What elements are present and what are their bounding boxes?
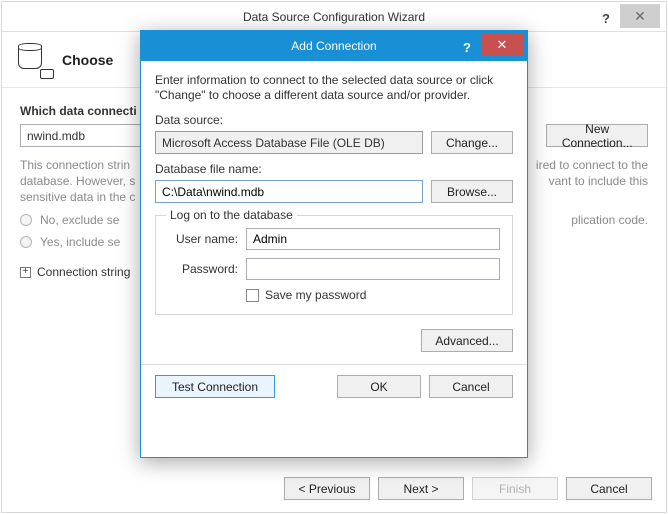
radio-label: Yes, include se bbox=[40, 235, 120, 249]
next-button[interactable]: Next > bbox=[378, 477, 464, 500]
ok-button[interactable]: OK bbox=[337, 375, 421, 398]
close-icon[interactable]: ✕ bbox=[620, 4, 660, 28]
radio-suffix: plication code. bbox=[571, 213, 648, 227]
wizard-titlebar: Data Source Configuration Wizard ? ✕ bbox=[2, 2, 666, 32]
modal-titlebar: Add Connection ? ✕ bbox=[141, 31, 527, 61]
test-connection-button[interactable]: Test Connection bbox=[155, 375, 275, 398]
checkbox-icon bbox=[246, 289, 259, 302]
cancel-button[interactable]: Cancel bbox=[566, 477, 652, 500]
modal-body: Enter information to connect to the sele… bbox=[141, 61, 527, 365]
db-file-input[interactable] bbox=[155, 180, 423, 203]
logon-legend: Log on to the database bbox=[166, 208, 297, 222]
expander-label: Connection string bbox=[37, 265, 130, 279]
password-label: Password: bbox=[168, 262, 246, 276]
advanced-button[interactable]: Advanced... bbox=[421, 329, 513, 352]
wizard-title: Data Source Configuration Wizard bbox=[243, 10, 425, 24]
save-password-checkbox[interactable]: Save my password bbox=[246, 288, 500, 302]
choose-heading: Choose bbox=[62, 52, 113, 68]
previous-button[interactable]: < Previous bbox=[284, 477, 370, 500]
data-source-display: Microsoft Access Database File (OLE DB) bbox=[155, 131, 423, 154]
modal-footer: Test Connection OK Cancel bbox=[141, 365, 527, 408]
database-icon bbox=[18, 43, 52, 77]
change-button[interactable]: Change... bbox=[431, 131, 513, 154]
save-password-label: Save my password bbox=[265, 288, 366, 302]
finish-button: Finish bbox=[472, 477, 558, 500]
browse-button[interactable]: Browse... bbox=[431, 180, 513, 203]
modal-title: Add Connection bbox=[291, 39, 376, 53]
radio-icon bbox=[20, 214, 32, 226]
db-file-label: Database file name: bbox=[155, 162, 513, 176]
wizard-footer: < Previous Next > Finish Cancel bbox=[284, 477, 652, 500]
help-icon[interactable]: ? bbox=[457, 37, 477, 57]
close-icon[interactable]: ✕ bbox=[481, 34, 523, 56]
radio-label: No, exclude se bbox=[40, 213, 119, 227]
modal-intro-text: Enter information to connect to the sele… bbox=[155, 73, 513, 103]
help-icon[interactable]: ? bbox=[596, 8, 616, 28]
logon-group: Log on to the database User name: Passwo… bbox=[155, 215, 513, 315]
data-source-label: Data source: bbox=[155, 113, 513, 127]
modal-cancel-button[interactable]: Cancel bbox=[429, 375, 513, 398]
password-input[interactable] bbox=[246, 258, 500, 280]
username-label: User name: bbox=[168, 232, 246, 246]
radio-icon bbox=[20, 236, 32, 248]
new-connection-button[interactable]: New Connection... bbox=[546, 124, 648, 147]
add-connection-dialog: Add Connection ? ✕ Enter information to … bbox=[140, 30, 528, 458]
plus-icon: + bbox=[20, 267, 31, 278]
username-input[interactable] bbox=[246, 228, 500, 250]
